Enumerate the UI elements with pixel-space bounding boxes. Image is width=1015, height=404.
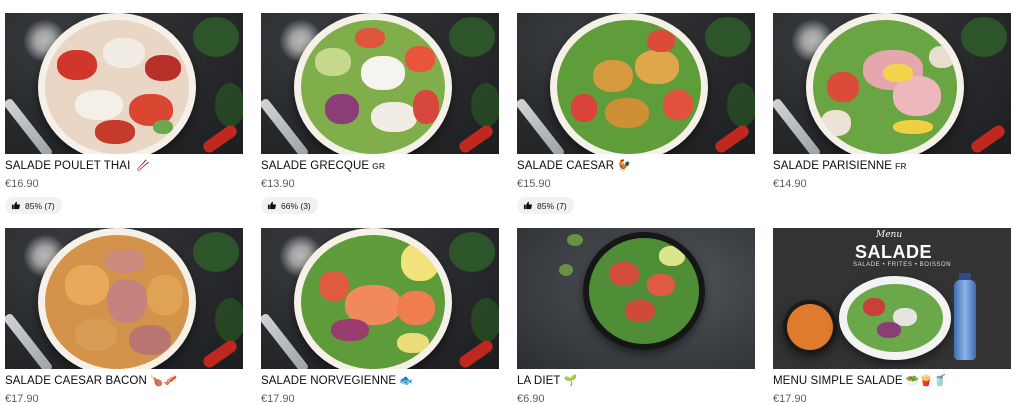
- drumstick-bacon-icon: 🍗🥓: [149, 375, 178, 387]
- seedling-icon: 🌱: [563, 375, 578, 387]
- product-price: €15.90: [517, 178, 551, 190]
- product-image[interactable]: [517, 13, 755, 154]
- rating-badge: 85% (7): [517, 197, 574, 214]
- product-price: €17.90: [261, 393, 295, 404]
- product-name: SALADE POULET THAI 🥢: [5, 160, 151, 172]
- product-image[interactable]: [5, 13, 243, 154]
- chopsticks-icon: 🥢: [136, 160, 151, 172]
- thumb-up-icon: [267, 201, 276, 210]
- product-price: €17.90: [5, 393, 39, 404]
- product-price: €14.90: [773, 178, 807, 190]
- product-name: SALADE NORVEGIENNE 🐟: [261, 375, 413, 387]
- product-card-salade-caesar[interactable]: SALADE CAESAR 🐓 €15.90 85% (7): [517, 13, 755, 228]
- product-card-salade-grecque[interactable]: SALADE GRECQUE GR €13.90 66% (3): [261, 13, 499, 228]
- product-image[interactable]: [261, 228, 499, 369]
- product-name: SALADE CAESAR 🐓: [517, 160, 631, 172]
- salad-fries-drink-icon: 🥗🍟🥤: [905, 375, 948, 387]
- thumb-up-icon: [523, 201, 532, 210]
- greece-flag-icon: GR: [372, 161, 386, 171]
- product-price: €17.90: [773, 393, 807, 404]
- menu-subtitle-text: SALADE • FRITES • BOISSON: [853, 262, 952, 268]
- product-image[interactable]: [773, 13, 1011, 154]
- product-price: €16.90: [5, 178, 39, 190]
- product-image[interactable]: Menu SALADE SALADE • FRITES • BOISSON: [773, 228, 1011, 369]
- rooster-icon: 🐓: [617, 160, 631, 172]
- product-name: LA DIET 🌱: [517, 375, 578, 387]
- product-card-la-diet[interactable]: LA DIET 🌱 €6.90: [517, 228, 755, 404]
- product-card-salade-norvegienne[interactable]: SALADE NORVEGIENNE 🐟 €17.90: [261, 228, 499, 404]
- product-card-salade-caesar-bacon[interactable]: SALADE CAESAR BACON 🍗🥓 €17.90: [5, 228, 243, 404]
- product-image[interactable]: [517, 228, 755, 369]
- france-flag-icon: FR: [895, 161, 907, 171]
- product-grid: SALADE POULET THAI 🥢 €16.90 85% (7) SALA…: [0, 0, 1015, 404]
- product-card-salade-parisienne[interactable]: SALADE PARISIENNE FR €14.90: [773, 13, 1011, 228]
- product-name: SALADE CAESAR BACON 🍗🥓: [5, 375, 178, 387]
- product-image[interactable]: [261, 13, 499, 154]
- rating-badge: 85% (7): [5, 197, 62, 214]
- product-name: SALADE PARISIENNE FR: [773, 160, 907, 172]
- product-name: SALADE GRECQUE GR: [261, 160, 386, 172]
- product-card-salade-poulet-thai[interactable]: SALADE POULET THAI 🥢 €16.90 85% (7): [5, 13, 243, 228]
- product-price: €13.90: [261, 178, 295, 190]
- product-image[interactable]: [5, 228, 243, 369]
- menu-title-text: SALADE: [855, 242, 933, 262]
- product-card-menu-simple-salade[interactable]: Menu SALADE SALADE • FRITES • BOISSON ME…: [773, 228, 1011, 404]
- product-name: MENU SIMPLE SALADE 🥗🍟🥤: [773, 375, 948, 387]
- fish-icon: 🐟: [399, 375, 413, 387]
- menu-script-text: Menu: [876, 230, 903, 240]
- rating-badge: 66% (3): [261, 197, 318, 214]
- product-price: €6.90: [517, 393, 545, 404]
- thumb-up-icon: [11, 201, 20, 210]
